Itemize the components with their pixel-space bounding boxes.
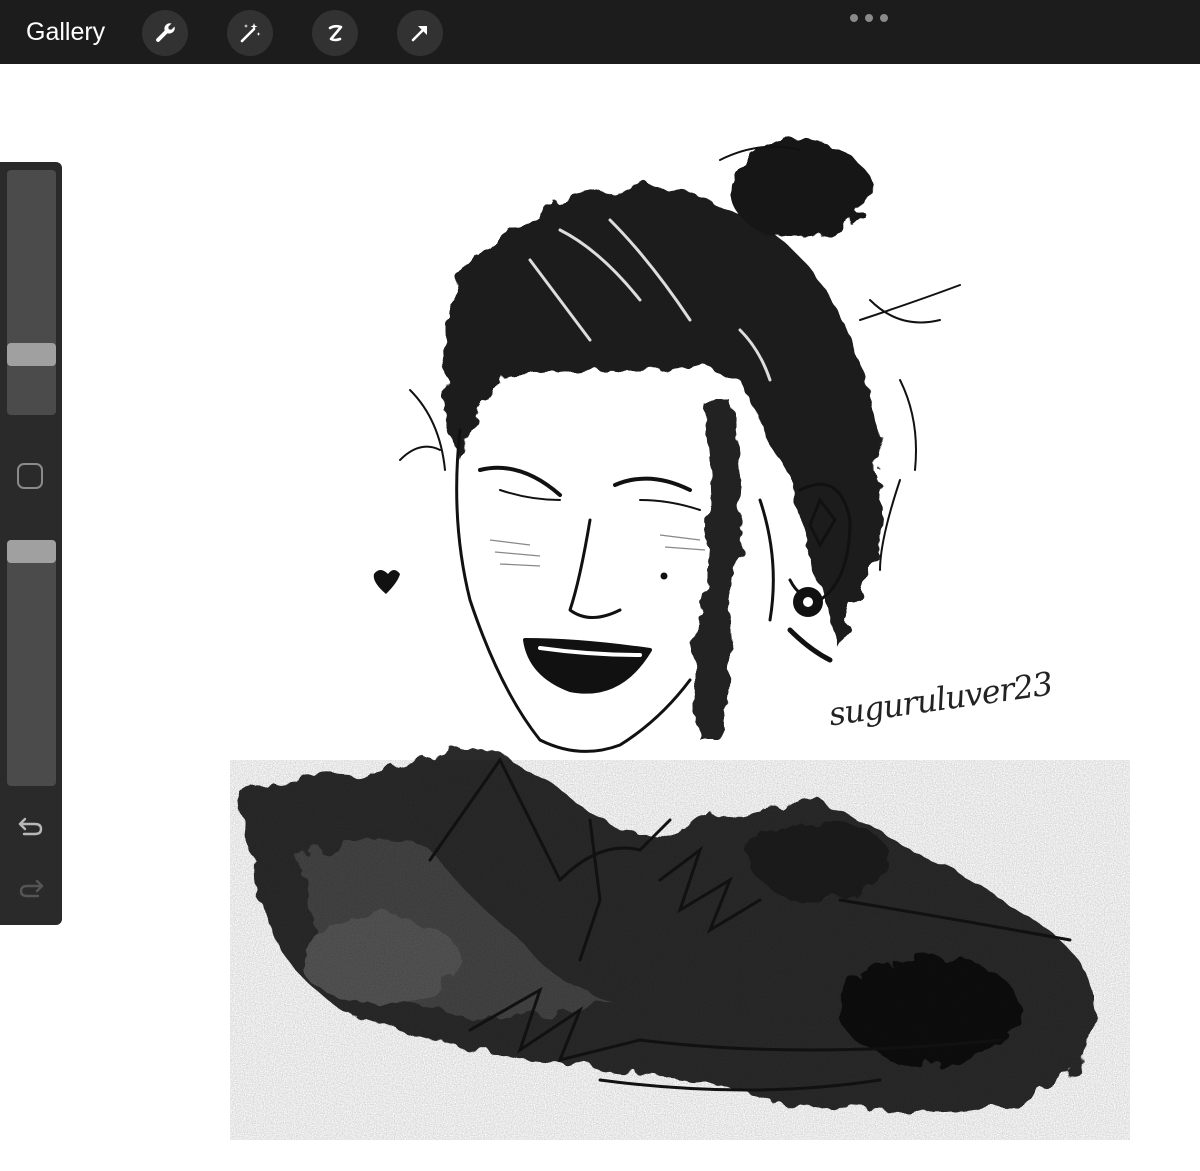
opacity-handle[interactable] [7, 540, 56, 563]
magic-wand-icon [240, 23, 261, 43]
selection-button[interactable] [312, 10, 358, 56]
actions-button[interactable] [142, 10, 188, 56]
brush-size-handle[interactable] [7, 343, 56, 366]
ellipsis-icon [850, 14, 858, 22]
more-options-button[interactable] [850, 8, 888, 28]
gallery-button[interactable]: Gallery [26, 16, 105, 48]
transform-arrow-icon [411, 26, 427, 42]
redo-arrow-icon [19, 879, 44, 898]
drawing-canvas[interactable]: suguruluver23 [0, 64, 1200, 1171]
square-modify-icon[interactable] [17, 463, 43, 489]
opacity-slider[interactable] [7, 540, 56, 786]
brush-size-slider[interactable] [7, 170, 56, 415]
left-sidebar [0, 162, 62, 925]
undo-button[interactable] [14, 812, 48, 840]
ink-portrait-artwork [230, 140, 1130, 1140]
selection-icon [328, 24, 343, 42]
undo-arrow-icon [18, 817, 43, 836]
transform-button[interactable] [397, 10, 443, 56]
adjustments-button[interactable] [227, 10, 273, 56]
top-toolbar: Gallery [0, 0, 1200, 64]
redo-button[interactable] [14, 874, 48, 902]
wrench-icon [156, 23, 175, 42]
